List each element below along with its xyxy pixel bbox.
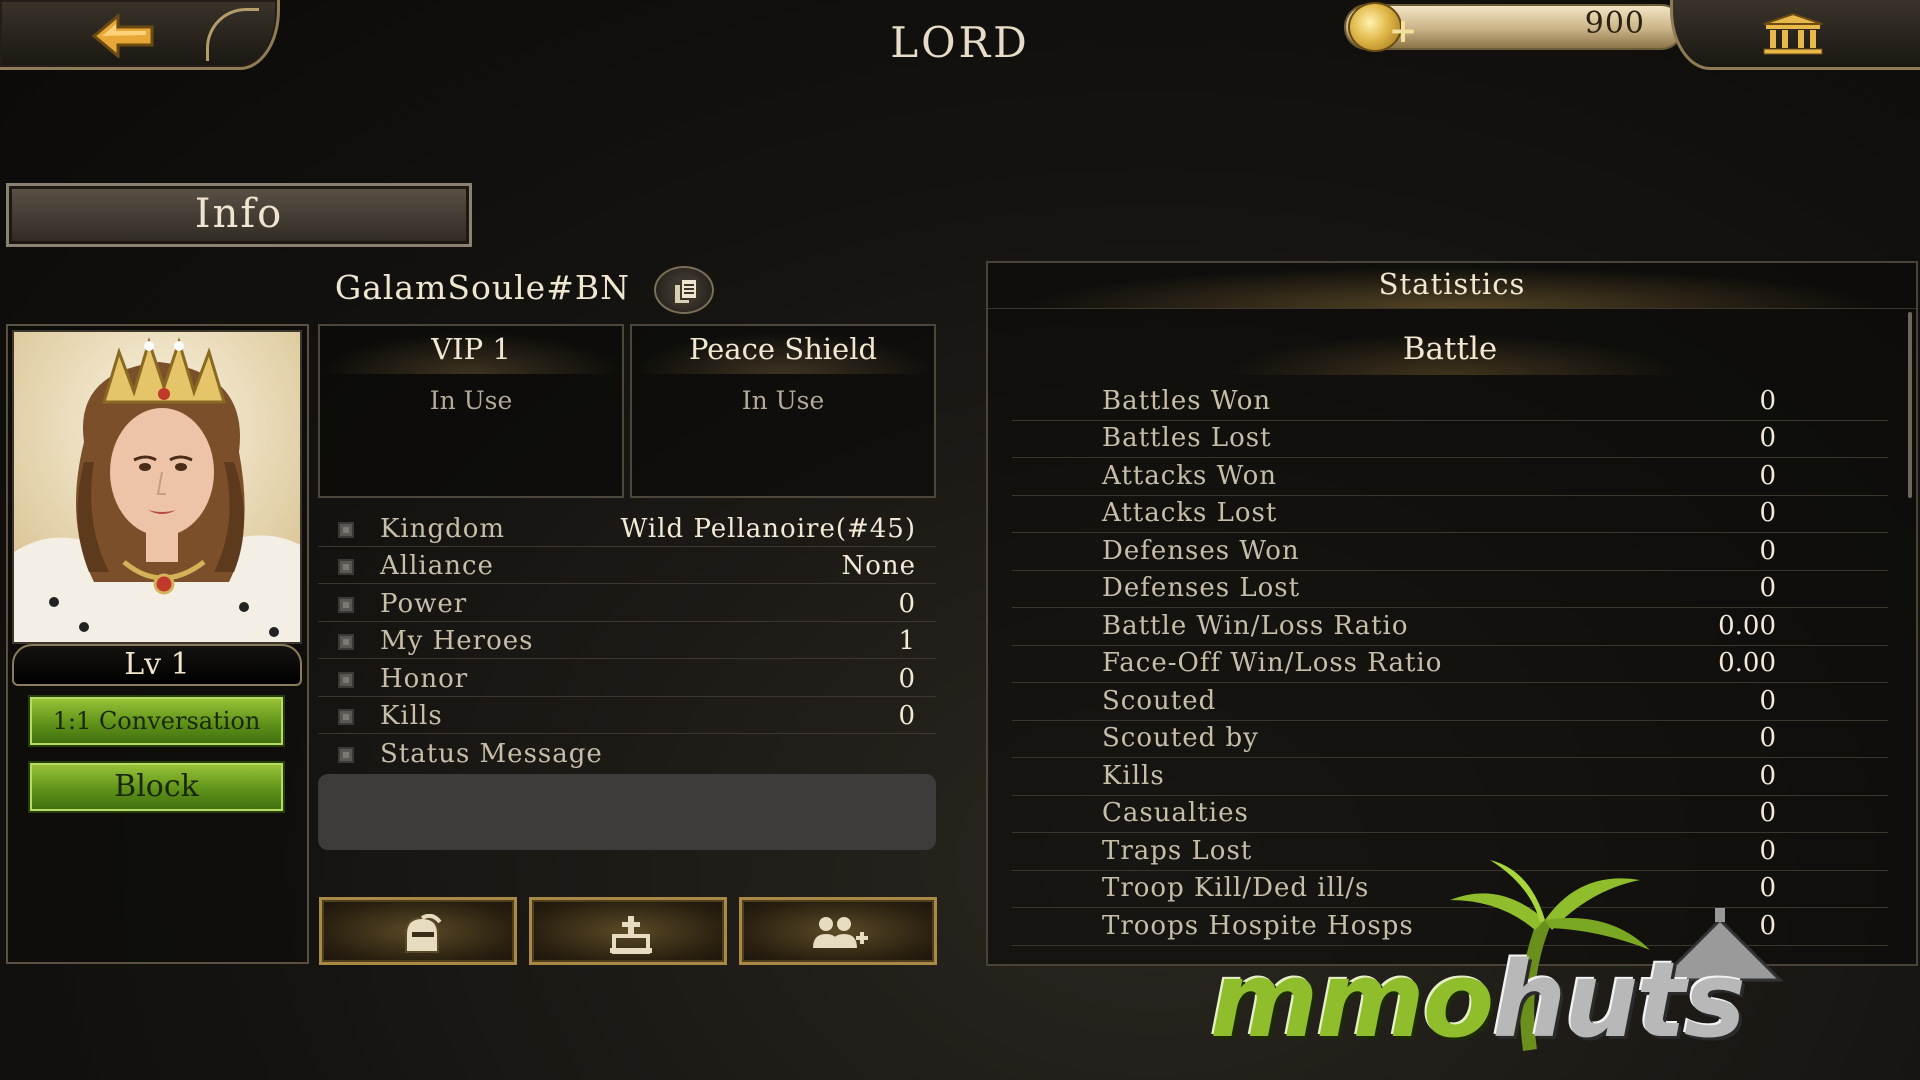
vip-title: VIP 1 [320,332,622,374]
info-value: 0 [898,701,916,731]
stat-label: Scouted [1102,686,1217,716]
stat-value: 0 [1759,723,1776,753]
stat-value: 0 [1759,386,1776,416]
info-row-status-message: Status Message [318,735,936,772]
heroes-button[interactable] [319,897,517,965]
info-label: Power [380,589,468,619]
stat-label: Kills [1102,761,1165,791]
back-arrow-icon [92,14,154,58]
stat-row-battles-won: Battles Won 0 [1012,383,1888,421]
bank-icon [1763,12,1823,55]
copy-icon [673,278,698,305]
stat-row-faceoff-ratio: Face-Off Win/Loss Ratio 0.00 [1012,645,1888,683]
info-label: Honor [380,664,469,694]
info-row-honor: Honor 0 [318,660,936,697]
watermark-main: mmo [1210,939,1494,1061]
stat-row-kills: Kills 0 [1012,758,1888,796]
bullet-icon [338,597,354,613]
page-title: LORD [890,18,1030,67]
info-row-power: Power 0 [318,585,936,622]
stat-value: 0 [1759,461,1776,491]
bullet-icon [338,559,354,575]
peace-shield-status: In Use [741,386,825,415]
stat-label: Battle Win/Loss Ratio [1102,611,1409,641]
bullet-icon [338,709,354,725]
stat-label: Face-Off Win/Loss Ratio [1102,648,1443,678]
stat-value: 0 [1759,686,1776,716]
info-value: 0 [898,589,916,619]
stat-row-defenses-won: Defenses Won 0 [1012,533,1888,571]
info-value: 1 [898,626,916,656]
stat-row-casualties: Casualties 0 [1012,795,1888,833]
stat-label: Defenses Won [1102,536,1300,566]
add-friend-icon [813,917,868,948]
info-label: Status Message [380,739,603,769]
altar-icon [610,916,652,954]
info-row-alliance: Alliance None [318,547,936,584]
tab-info[interactable]: Info [6,183,472,247]
status-message-box [318,774,936,850]
info-value: None [841,551,916,581]
gold-amount: 900 [1584,6,1645,41]
conversation-button[interactable]: 1:1 Conversation [28,695,285,747]
stat-value: 0 [1759,536,1776,566]
stat-label: Attacks Lost [1102,498,1278,528]
stat-label: Battles Lost [1102,423,1272,453]
stat-row-battle-ratio: Battle Win/Loss Ratio 0.00 [1012,608,1888,646]
add-gold-icon[interactable]: + [1388,14,1418,48]
watermark-accent: huts [1492,939,1746,1061]
copy-name-button[interactable] [654,266,714,314]
bullet-icon [338,747,354,763]
stat-label: Battles Won [1102,386,1272,416]
info-label: My Heroes [380,626,534,656]
battle-section-title: Battle [1200,331,1700,375]
add-friend-button[interactable] [739,897,937,965]
vip-card[interactable]: VIP 1 In Use [318,324,624,498]
info-value: Wild Pellanoire(#45) [620,514,916,544]
info-row-my-heroes: My Heroes 1 [318,622,936,659]
stat-label: Defenses Lost [1102,573,1301,603]
stat-row-attacks-lost: Attacks Lost 0 [1012,495,1888,533]
stat-label: Casualties [1102,798,1249,828]
info-row-kills: Kills 0 [318,697,936,734]
altar-button[interactable] [529,897,727,965]
block-button[interactable]: Block [28,761,285,813]
stat-value: 0 [1759,423,1776,453]
stat-value: 0.00 [1718,611,1776,641]
stat-row-battles-lost: Battles Lost 0 [1012,420,1888,458]
stat-row-defenses-lost: Defenses Lost 0 [1012,570,1888,608]
bullet-icon [338,634,354,650]
peace-shield-title: Peace Shield [632,332,934,374]
stat-row-attacks-won: Attacks Won 0 [1012,458,1888,496]
bullet-icon [338,672,354,688]
player-name: GalamSoule#BN [334,268,630,307]
info-row-kingdom: Kingdom Wild Pellanoire(#45) [318,510,936,547]
stat-value: 0 [1759,498,1776,528]
statistics-scrollbar[interactable] [1908,312,1912,498]
stat-row-scouted-by: Scouted by 0 [1012,720,1888,758]
stat-value: 0.00 [1718,648,1776,678]
stat-value: 0 [1759,761,1776,791]
info-value: 0 [898,664,916,694]
lord-portrait [12,330,302,644]
bullet-icon [338,522,354,538]
knight-helmet-icon [405,914,442,953]
info-label: Alliance [380,551,494,581]
stat-label: Attacks Won [1102,461,1277,491]
statistics-header: Statistics [988,263,1916,309]
vip-status: In Use [429,386,513,415]
stat-value: 0 [1759,573,1776,603]
stat-row-scouted: Scouted 0 [1012,683,1888,721]
stat-value: 0 [1759,798,1776,828]
info-label: Kills [380,701,443,731]
peace-shield-card[interactable]: Peace Shield In Use [630,324,936,498]
lord-level: Lv 1 [12,644,302,686]
info-label: Kingdom [380,514,506,544]
stat-label: Scouted by [1102,723,1259,753]
watermark-logo: mmohuts [1210,945,1910,1055]
